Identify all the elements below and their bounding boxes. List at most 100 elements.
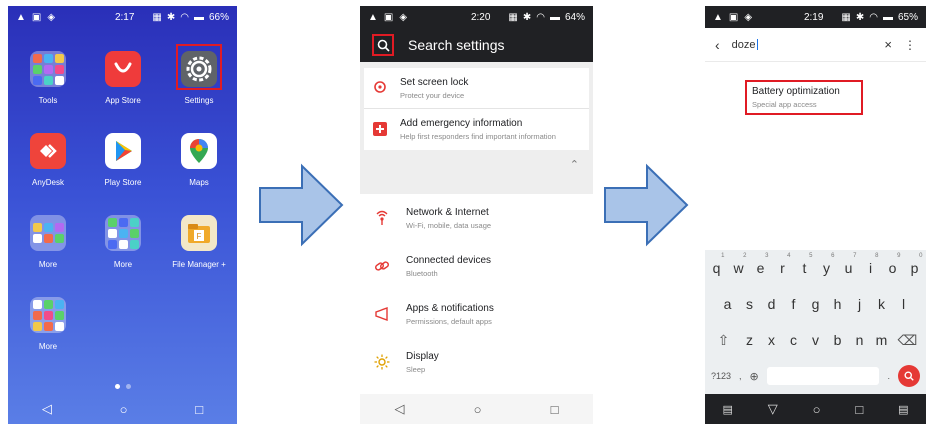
setting-network-internet[interactable]: Network & Internet Wi-Fi, mobile, data u…	[360, 194, 593, 242]
battery-level: 66%	[208, 11, 229, 23]
chevron-up-icon: ⌃	[569, 159, 579, 172]
key-n[interactable]: n	[849, 332, 871, 348]
backspace-key[interactable]: ⌫	[893, 332, 923, 349]
search-icon	[904, 371, 914, 381]
setting-apps-notifications[interactable]: Apps & notifications Permissions, defaul…	[360, 290, 593, 338]
recents-button[interactable]: □	[551, 402, 559, 417]
more-folder-icon	[30, 215, 66, 251]
key-u[interactable]: u7	[838, 253, 860, 276]
comma-key[interactable]: ,	[739, 371, 742, 381]
search-input[interactable]: doze	[732, 39, 873, 51]
status-bar: ▲ ▣ ◈ 2:17 ▦ ✱ ◠ ▬ 66%	[8, 6, 237, 28]
key-q[interactable]: q1	[706, 253, 728, 276]
home-button[interactable]: ○	[120, 402, 128, 417]
symbols-key[interactable]: ?123	[711, 371, 731, 381]
setting-display[interactable]: Display Sleep	[360, 338, 593, 386]
app-anydesk[interactable]: AnyDesk	[13, 133, 83, 187]
key-f[interactable]: f	[783, 296, 805, 312]
period-key[interactable]: .	[887, 371, 890, 381]
suggestion-title: Set screen lock	[400, 77, 469, 88]
key-m[interactable]: m	[871, 332, 893, 348]
more-folder-icon	[105, 215, 141, 251]
apps-icon	[375, 307, 388, 321]
key-d[interactable]: d	[761, 296, 783, 312]
key-p[interactable]: p0	[904, 253, 926, 276]
back-arrow-icon[interactable]: ‹	[715, 37, 720, 53]
suggestion-emergency-info[interactable]: Add emergency information Help first res…	[364, 109, 589, 149]
setting-subtitle: Wi-Fi, mobile, data usage	[406, 220, 492, 230]
key-l[interactable]: l	[893, 296, 915, 312]
svg-text:F: F	[197, 232, 202, 241]
key-number-hint: 3	[765, 253, 769, 259]
app-label: More	[38, 342, 58, 351]
spacebar-key[interactable]	[766, 367, 880, 385]
page-indicator	[8, 384, 237, 389]
status-bar: ▲ ▣ ◈ 2:19 ▦ ✱ ◠ ▬ 65%	[705, 6, 926, 28]
key-i[interactable]: i8	[860, 253, 882, 276]
home-button[interactable]: ○	[474, 402, 482, 417]
home-button[interactable]: ○	[813, 402, 821, 417]
app-app-store[interactable]: App Store	[88, 51, 158, 105]
clear-icon[interactable]: ×	[884, 37, 892, 52]
key-v[interactable]: v	[805, 332, 827, 348]
key-o[interactable]: o9	[882, 253, 904, 276]
key-g[interactable]: g	[805, 296, 827, 312]
app-maps[interactable]: Maps	[164, 133, 234, 187]
app-folder-more-3[interactable]: More	[13, 297, 83, 351]
arrow-right-icon	[604, 163, 689, 247]
app-label: File Manager +	[172, 260, 226, 269]
message-icon: ▣	[31, 11, 42, 23]
search-button[interactable]	[372, 34, 394, 56]
key-w[interactable]: w2	[728, 253, 750, 276]
key-number-hint: 8	[875, 253, 879, 259]
suggestion-subtitle: Protect your device	[400, 91, 465, 100]
key-y[interactable]: y6	[816, 253, 838, 276]
search-settings-title[interactable]: Search settings	[408, 37, 505, 53]
collapse-suggestions-button[interactable]: ⌃	[360, 150, 593, 180]
recents-button[interactable]: □	[855, 402, 863, 417]
setting-subtitle: Sleep	[406, 364, 426, 374]
keyboard-switch-icon[interactable]: ▤	[898, 403, 908, 416]
suggestion-set-screen-lock[interactable]: Set screen lock Protect your device	[364, 68, 589, 110]
search-result-battery-optimization[interactable]: Battery optimization Special app access	[745, 80, 863, 115]
setting-connected-devices[interactable]: Connected devices Bluetooth	[360, 242, 593, 290]
app-folder-more-2[interactable]: More	[88, 215, 158, 269]
phone-settings-screen: ▲ ▣ ◈ 2:20 ▦ ✱ ◠ ▬ 64% Search settings S…	[360, 6, 593, 424]
key-x[interactable]: x	[761, 332, 783, 348]
key-j[interactable]: j	[849, 296, 871, 312]
back-button[interactable]: ◁	[42, 401, 52, 417]
key-r[interactable]: r4	[772, 253, 794, 276]
back-button[interactable]: ◁	[395, 401, 405, 417]
hide-keyboard-icon[interactable]: ▽	[768, 401, 778, 417]
more-options-icon[interactable]: ⋮	[904, 38, 916, 52]
app-file-manager[interactable]: F File Manager +	[164, 215, 234, 269]
key-e[interactable]: e3	[750, 253, 772, 276]
key-a[interactable]: a	[717, 296, 739, 312]
notification-icon: ▲	[713, 11, 723, 23]
key-t[interactable]: t5	[794, 253, 816, 276]
on-screen-keyboard: q1w2e3r4t5y6u7i8o9p0 asdfghjkl ⇧ zxcvbnm…	[705, 250, 926, 398]
keyboard-row-3-letters: zxcvbnm	[739, 332, 893, 348]
search-key[interactable]	[898, 365, 920, 387]
search-bar: ‹ doze × ⋮	[705, 28, 926, 62]
app-folder-more-1[interactable]: More	[13, 215, 83, 269]
app-label: Tools	[38, 96, 58, 105]
bluetooth-icon: ✱	[522, 11, 532, 23]
key-k[interactable]: k	[871, 296, 893, 312]
key-b[interactable]: b	[827, 332, 849, 348]
recents-button[interactable]: □	[195, 402, 203, 417]
key-number-hint: 6	[831, 253, 835, 259]
key-z[interactable]: z	[739, 332, 761, 348]
key-s[interactable]: s	[739, 296, 761, 312]
keyboard-icon[interactable]: ▤	[722, 403, 732, 416]
notification-icon: ▲	[16, 11, 26, 23]
globe-icon[interactable]: ⊕	[750, 370, 759, 383]
key-h[interactable]: h	[827, 296, 849, 312]
app-tools[interactable]: Tools	[13, 51, 83, 105]
keyboard-row-1: q1w2e3r4t5y6u7i8o9p0	[705, 250, 926, 286]
key-c[interactable]: c	[783, 332, 805, 348]
bluetooth-icon: ✱	[166, 11, 176, 23]
shift-key[interactable]: ⇧	[709, 332, 739, 349]
app-play-store[interactable]: Play Store	[88, 133, 158, 187]
text-caret	[756, 39, 758, 51]
